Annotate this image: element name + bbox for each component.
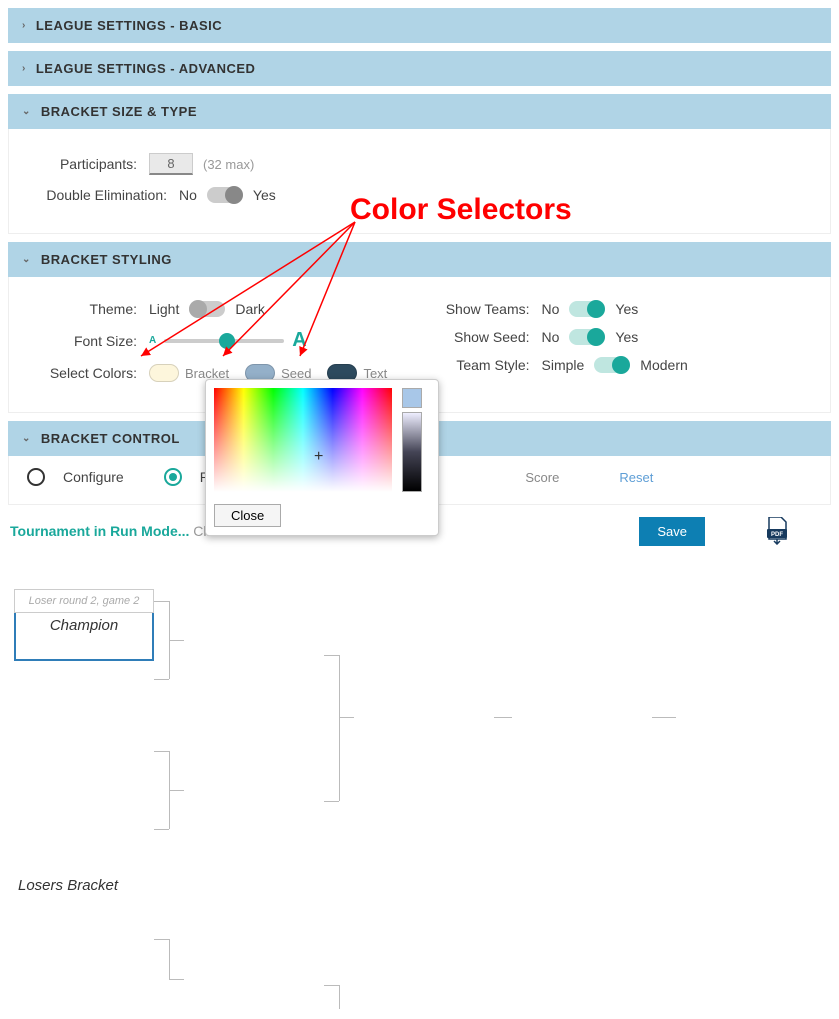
bracket-color-swatch[interactable] <box>149 364 179 382</box>
color-picker: + Close <box>205 379 439 536</box>
accordion-size[interactable]: ⌄ BRACKET SIZE & TYPE <box>8 94 831 129</box>
toggle-yes: Yes <box>615 329 638 345</box>
toggle-yes: Yes <box>253 187 276 203</box>
team-style-toggle[interactable] <box>594 357 630 373</box>
color-preview <box>402 388 422 408</box>
chevron-down-icon: ⌄ <box>22 433 31 444</box>
run-radio[interactable] <box>164 468 182 486</box>
save-button[interactable]: Save <box>639 517 705 546</box>
pdf-icon[interactable]: PDF <box>765 517 789 545</box>
chevron-down-icon: ⌄ <box>22 254 31 265</box>
accordion-styling[interactable]: ⌄ BRACKET STYLING <box>8 242 831 277</box>
theme-label: Theme: <box>27 301 137 317</box>
show-seed-toggle[interactable] <box>569 329 605 345</box>
participants-hint: (32 max) <box>203 157 254 172</box>
accordion-title: BRACKET CONTROL <box>41 431 180 446</box>
font-small-icon: A <box>149 335 156 346</box>
font-size-label: Font Size: <box>27 333 137 349</box>
lightness-slider[interactable] <box>402 412 422 492</box>
theme-toggle[interactable] <box>189 301 225 317</box>
toggle-no: No <box>542 301 560 317</box>
show-teams-label: Show Teams: <box>420 301 530 317</box>
crosshair-icon: + <box>314 448 323 466</box>
show-teams-toggle[interactable] <box>569 301 605 317</box>
picker-close-button[interactable]: Close <box>214 504 281 527</box>
style-modern: Modern <box>640 357 687 373</box>
double-elim-toggle[interactable] <box>207 187 243 203</box>
accordion-title: LEAGUE SETTINGS - ADVANCED <box>36 61 256 76</box>
bracket: 1Freddie's Team 8The L-Men 5AbDoginators… <box>14 589 839 1019</box>
show-seed-label: Show Seed: <box>420 329 530 345</box>
theme-dark: Dark <box>235 301 265 317</box>
accordion-title: BRACKET SIZE & TYPE <box>41 104 197 119</box>
toggle-yes: Yes <box>615 301 638 317</box>
loser-placeholder[interactable]: Loser round 2, game 2 <box>14 589 154 613</box>
reset-link[interactable]: Reset <box>619 470 653 485</box>
configure-label: Configure <box>63 469 124 485</box>
chevron-right-icon: › <box>22 20 26 31</box>
style-simple: Simple <box>542 357 585 373</box>
chevron-right-icon: › <box>22 63 26 74</box>
losers-bracket-title: Losers Bracket <box>18 877 118 894</box>
font-size-slider[interactable] <box>164 339 284 343</box>
participants-input[interactable] <box>149 153 193 175</box>
team-style-label: Team Style: <box>420 357 530 373</box>
theme-light: Light <box>149 301 179 317</box>
double-elim-label: Double Elimination: <box>27 187 167 203</box>
svg-text:PDF: PDF <box>771 532 783 538</box>
configure-radio[interactable] <box>27 468 45 486</box>
accordion-title: BRACKET STYLING <box>41 252 172 267</box>
toggle-no: No <box>542 329 560 345</box>
chevron-down-icon: ⌄ <box>22 106 31 117</box>
accordion-title: LEAGUE SETTINGS - BASIC <box>36 18 222 33</box>
score-label: Score <box>525 470 559 485</box>
colors-label: Select Colors: <box>27 365 137 381</box>
participants-label: Participants: <box>27 156 137 172</box>
toggle-no: No <box>179 187 197 203</box>
color-spectrum[interactable]: + <box>214 388 392 492</box>
font-large-icon: A <box>292 329 306 352</box>
accordion-basic[interactable]: › LEAGUE SETTINGS - BASIC <box>8 8 831 43</box>
accordion-advanced[interactable]: › LEAGUE SETTINGS - ADVANCED <box>8 51 831 86</box>
